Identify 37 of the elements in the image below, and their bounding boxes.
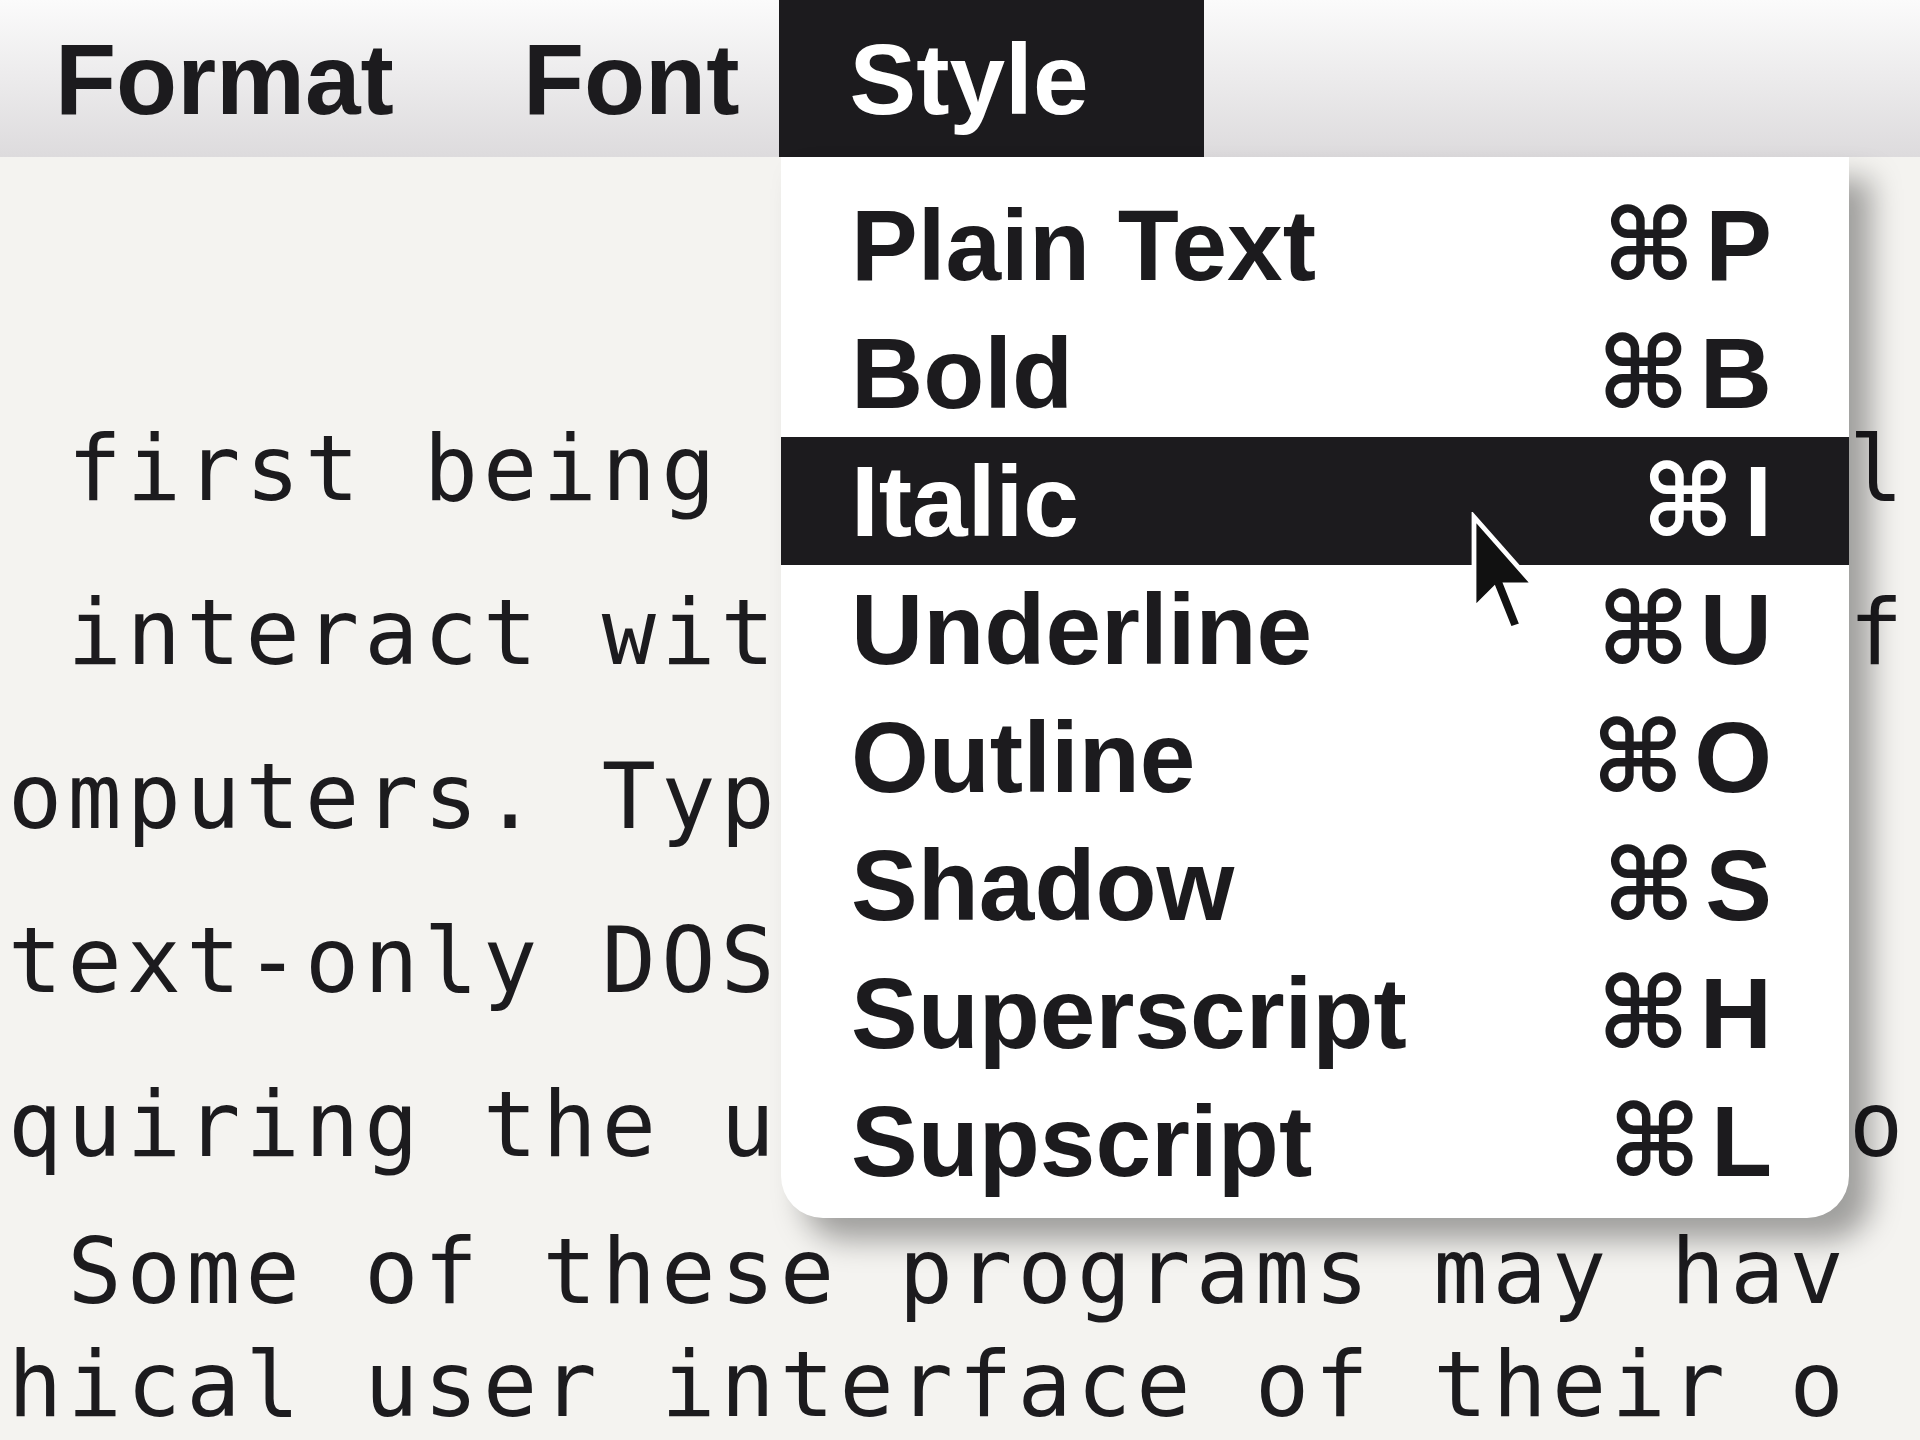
- keyboard-shortcut: ⌘U: [1597, 579, 1782, 679]
- text-line: hical user interface of their o: [8, 1337, 1849, 1433]
- menu-item[interactable]: Outline ⌘O: [781, 693, 1849, 821]
- keyboard-shortcut: ⌘I: [1641, 451, 1782, 551]
- text-fragment: l: [1849, 415, 1909, 523]
- menu-item[interactable]: Supscript ⌘L: [781, 1077, 1849, 1205]
- text-line: quiring the u: [8, 1071, 780, 1179]
- menu-item[interactable]: Underline ⌘U: [781, 565, 1849, 693]
- menu-item-label: Shadow: [851, 827, 1235, 943]
- menu-item-label: Superscript: [851, 955, 1407, 1071]
- menu-item[interactable]: Superscript ⌘H: [781, 949, 1849, 1077]
- menu-item-label: Plain Text: [851, 187, 1316, 303]
- keyboard-shortcut: ⌘B: [1597, 323, 1782, 423]
- menu-item[interactable]: Plain Text ⌘P: [781, 181, 1849, 309]
- keyboard-shortcut: ⌘O: [1591, 707, 1782, 807]
- menu-item-label: Italic: [851, 443, 1079, 559]
- text-fragment: f: [1849, 579, 1909, 687]
- menu-title[interactable]: Style: [779, 0, 1204, 157]
- text-line: omputers. Typ: [8, 743, 780, 851]
- text-line: Some of these programs may hav: [66, 1218, 1849, 1326]
- text-line: interact wit: [66, 579, 780, 687]
- text-line: first being: [66, 415, 721, 523]
- menu-item-label: Underline: [851, 571, 1313, 687]
- keyboard-shortcut: ⌘S: [1602, 835, 1782, 935]
- menu-item-label: Supscript: [851, 1083, 1313, 1199]
- menu-item[interactable]: Shadow ⌘S: [781, 821, 1849, 949]
- text-line: text-only DOS: [8, 907, 780, 1015]
- keyboard-shortcut: ⌘P: [1602, 195, 1782, 295]
- menu-item-label: Outline: [851, 699, 1196, 815]
- text-fragment: o: [1849, 1071, 1909, 1179]
- menu-item[interactable]: Bold ⌘B: [781, 309, 1849, 437]
- menu-item[interactable]: Italic ⌘I: [781, 437, 1849, 565]
- keyboard-shortcut: ⌘H: [1597, 963, 1782, 1063]
- menu-title[interactable]: Font: [458, 0, 780, 157]
- keyboard-shortcut: ⌘L: [1608, 1091, 1782, 1191]
- menu-title[interactable]: Format: [0, 0, 459, 157]
- menu-item-label: Bold: [851, 315, 1074, 431]
